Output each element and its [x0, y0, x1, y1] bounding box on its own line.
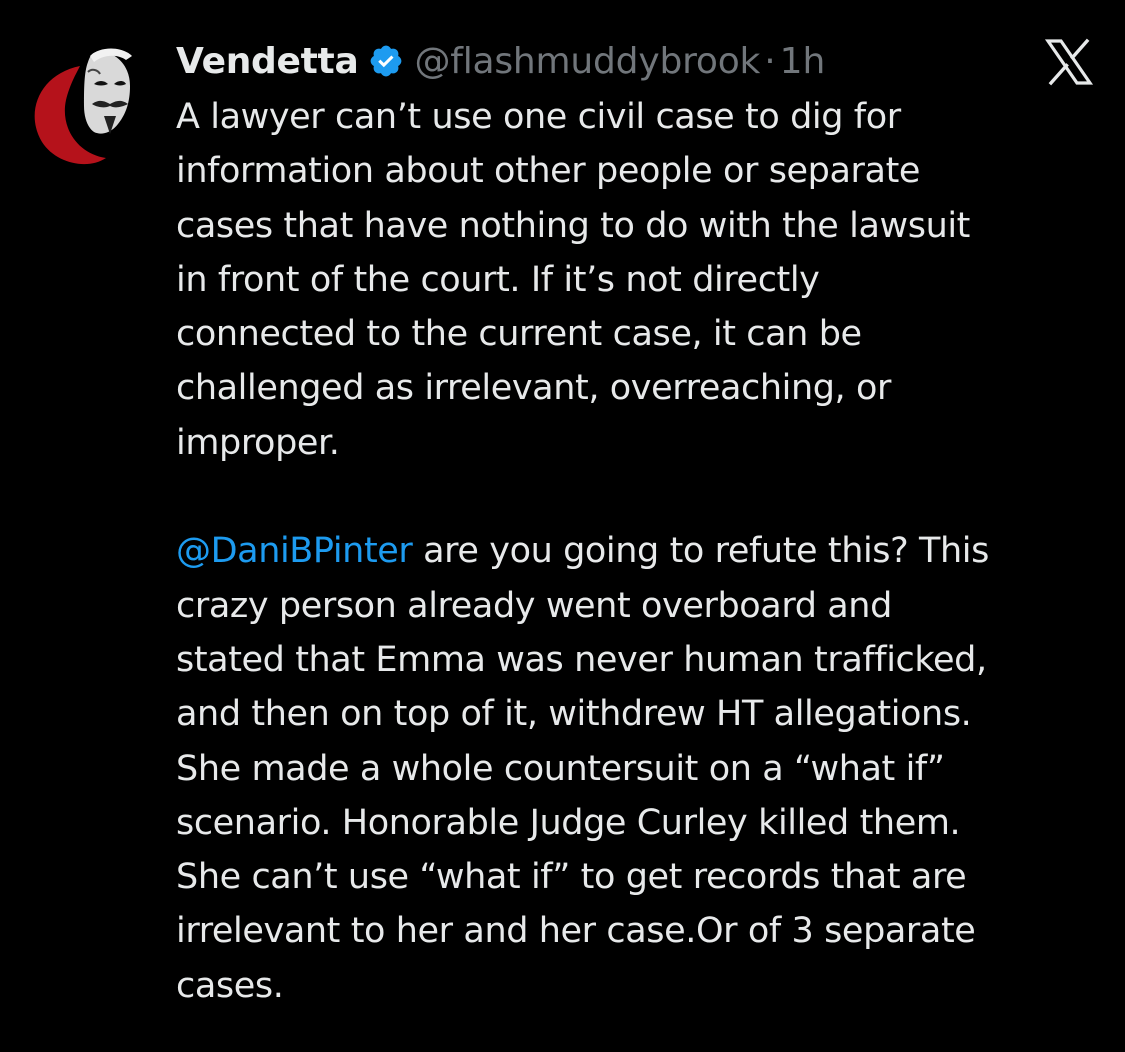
tweet-line: A lawyer can’t use one civil case to dig…	[176, 97, 901, 137]
tweet-line-text: are you going to refute this? This	[412, 531, 989, 572]
tweet-line: improper.	[176, 422, 340, 463]
mention-link[interactable]: @DaniBPinter	[176, 531, 413, 571]
tweet-line: challenged as irrelevant, overreaching, …	[176, 368, 892, 409]
tweet-timestamp[interactable]: 1h	[780, 41, 826, 82]
tweet-header: Vendetta @flashmuddybrook · 1h	[176, 36, 825, 86]
author-handle[interactable]: @flashmuddybrook	[414, 41, 760, 82]
tweet-line: cases.	[176, 965, 284, 1006]
tweet-text: A lawyer can’t use one civil case to dig…	[176, 90, 1111, 1013]
tweet-line: She can’t use “what if” to get records t…	[176, 857, 967, 898]
tweet-line: crazy person already went overboard and	[176, 585, 892, 626]
tweet-line: irrelevant to her and her case.Or of 3 s…	[176, 911, 976, 952]
tweet-line: and then on top of it, withdrew HT alleg…	[176, 694, 972, 735]
verified-badge-icon	[368, 43, 404, 79]
tweet-line: She made a whole countersuit on a “what …	[176, 748, 945, 789]
tweet-line: in front of the court. If it’s not direc…	[176, 259, 820, 300]
author-display-name[interactable]: Vendetta	[176, 41, 359, 82]
separator-dot: ·	[764, 40, 776, 82]
tweet-line: scenario. Honorable Judge Curley killed …	[176, 802, 961, 843]
avatar[interactable]	[22, 42, 150, 170]
tweet-line: cases that have nothing to do with the l…	[176, 205, 971, 246]
x-logo-icon	[1044, 38, 1094, 86]
tweet-line: connected to the current case, it can be	[176, 314, 862, 355]
guy-fawkes-mask-avatar-icon	[22, 42, 150, 170]
tweet-line: information about other people or separa…	[176, 151, 921, 192]
tweet-mention-line: @DaniBPinter are you going to refute thi…	[176, 524, 1111, 578]
tweet-line: stated that Emma was never human traffic…	[176, 639, 987, 680]
